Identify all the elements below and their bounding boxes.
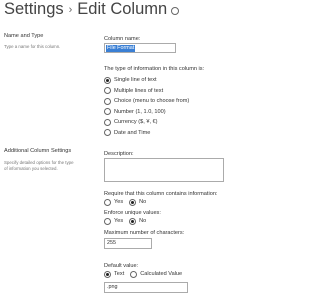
max-chars-input[interactable]: 255 bbox=[104, 238, 152, 249]
radio-checked-icon[interactable] bbox=[104, 76, 111, 84]
radio-checked-icon[interactable] bbox=[129, 198, 137, 206]
default-value-radio-group: Text Calculated Value bbox=[104, 269, 182, 280]
type-group-label: The type of information in this column i… bbox=[104, 66, 205, 72]
name-type-section-description: Type a name for this column. bbox=[4, 44, 61, 49]
type-option-number[interactable]: Number (1, 1.0, 100) bbox=[104, 107, 189, 118]
unique-yes-option[interactable]: Yes bbox=[104, 216, 123, 227]
additional-section-title: Additional Column Settings bbox=[4, 148, 72, 154]
radio-icon[interactable] bbox=[104, 129, 111, 137]
type-option-single-line[interactable]: Single line of text bbox=[104, 75, 189, 86]
column-name-value: File Format bbox=[106, 45, 136, 52]
required-no-option[interactable]: No bbox=[129, 197, 146, 208]
type-option-choice[interactable]: Choice (menu to choose from) bbox=[104, 96, 189, 107]
max-chars-label: Maximum number of characters: bbox=[104, 230, 185, 236]
type-radio-group: Single line of text Multiple lines of te… bbox=[104, 75, 189, 138]
info-icon[interactable] bbox=[171, 6, 180, 15]
additional-section-description: Specify detailed options for the type of… bbox=[4, 160, 74, 171]
type-option-date-time[interactable]: Date and Time bbox=[104, 128, 189, 139]
column-name-label: Column name: bbox=[104, 36, 141, 42]
radio-icon[interactable] bbox=[104, 118, 111, 126]
page-title: Settings › Edit Column bbox=[4, 0, 180, 19]
breadcrumb-settings[interactable]: Settings bbox=[4, 0, 64, 19]
radio-checked-icon[interactable] bbox=[104, 270, 111, 278]
radio-icon[interactable] bbox=[104, 97, 111, 105]
unique-radio-group: Yes No bbox=[104, 216, 146, 227]
default-value-input[interactable]: .png bbox=[104, 282, 188, 293]
radio-icon[interactable] bbox=[104, 198, 111, 206]
type-option-currency[interactable]: Currency ($, ¥, €) bbox=[104, 117, 189, 128]
required-yes-option[interactable]: Yes bbox=[104, 197, 123, 208]
column-name-input[interactable]: File Format bbox=[104, 43, 176, 53]
radio-checked-icon[interactable] bbox=[129, 217, 137, 225]
description-textarea[interactable] bbox=[104, 158, 224, 182]
radio-icon[interactable] bbox=[104, 87, 111, 95]
default-calculated-option[interactable]: Calculated Value bbox=[130, 269, 182, 280]
unique-no-option[interactable]: No bbox=[129, 216, 146, 227]
page-subtitle: Edit Column bbox=[77, 0, 168, 18]
breadcrumb-separator-icon: › bbox=[68, 3, 73, 16]
type-option-multiple-lines[interactable]: Multiple lines of text bbox=[104, 86, 189, 97]
description-label: Description: bbox=[104, 151, 134, 157]
default-text-option[interactable]: Text bbox=[104, 269, 124, 280]
radio-icon[interactable] bbox=[104, 108, 111, 116]
radio-icon[interactable] bbox=[130, 270, 138, 278]
radio-icon[interactable] bbox=[104, 217, 111, 225]
name-type-section-title: Name and Type bbox=[4, 33, 44, 39]
required-radio-group: Yes No bbox=[104, 197, 146, 208]
